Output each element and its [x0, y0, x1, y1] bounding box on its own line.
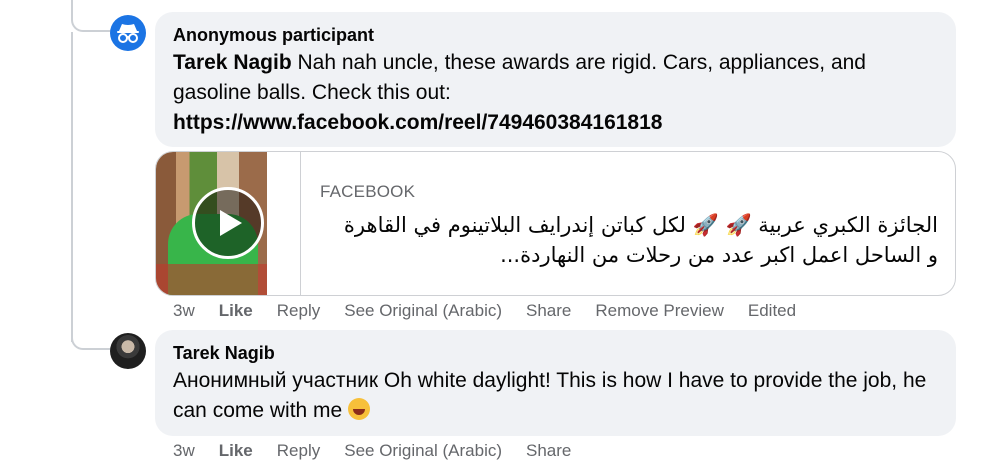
anonymous-avatar[interactable]: [110, 15, 146, 51]
thread-connector: [71, 4, 111, 32]
link-preview-card[interactable]: FACEBOOK الجائزة الكبري عربية 🚀 🚀 لكل كب…: [155, 151, 956, 296]
reply-button[interactable]: Reply: [277, 301, 320, 321]
comment-timestamp[interactable]: 3w: [173, 441, 195, 461]
reply-button[interactable]: Reply: [277, 441, 320, 461]
user-mention[interactable]: Tarek Nagib: [173, 51, 292, 74]
like-button[interactable]: Like: [219, 441, 253, 461]
share-button[interactable]: Share: [526, 301, 571, 321]
comment-text: Tarek Nagib Nah nah uncle, these awards …: [173, 48, 938, 108]
incognito-icon: [117, 24, 139, 43]
see-original-button[interactable]: See Original (Arabic): [344, 441, 502, 461]
edited-label[interactable]: Edited: [748, 301, 796, 321]
play-icon[interactable]: [192, 187, 264, 259]
comment-actions: 3w Like Reply See Original (Arabic) Shar…: [173, 301, 820, 321]
video-thumbnail[interactable]: [156, 152, 267, 295]
comment-body: Анонимный участник Oh white daylight! Th…: [173, 369, 927, 422]
comment-actions: 3w Like Reply See Original (Arabic) Shar…: [173, 441, 595, 461]
comment-timestamp[interactable]: 3w: [173, 301, 195, 321]
comment-bubble: Tarek Nagib Анонимный участник Oh white …: [155, 330, 956, 436]
thread-connector: [71, 320, 111, 350]
laughing-emoji-icon: [348, 398, 371, 420]
like-button[interactable]: Like: [219, 301, 253, 321]
preview-divider: [300, 152, 301, 295]
comment-author[interactable]: Anonymous participant: [173, 22, 938, 48]
remove-preview-button[interactable]: Remove Preview: [595, 301, 724, 321]
preview-source: FACEBOOK: [320, 182, 416, 201]
comment-text: Анонимный участник Oh white daylight! Th…: [173, 366, 938, 426]
see-original-button[interactable]: See Original (Arabic): [344, 301, 502, 321]
thumbnail-ground: [156, 264, 267, 295]
thread-line: [71, 32, 73, 342]
comment-bubble: Anonymous participant Tarek Nagib Nah na…: [155, 12, 956, 147]
avatar[interactable]: [110, 333, 146, 369]
comment-link[interactable]: https://www.facebook.com/reel/7494603841…: [173, 108, 938, 138]
preview-title[interactable]: الجائزة الكبري عربية 🚀 🚀 لكل كباتن إندرا…: [332, 210, 938, 270]
comment-author[interactable]: Tarek Nagib: [173, 340, 938, 366]
share-button[interactable]: Share: [526, 441, 571, 461]
